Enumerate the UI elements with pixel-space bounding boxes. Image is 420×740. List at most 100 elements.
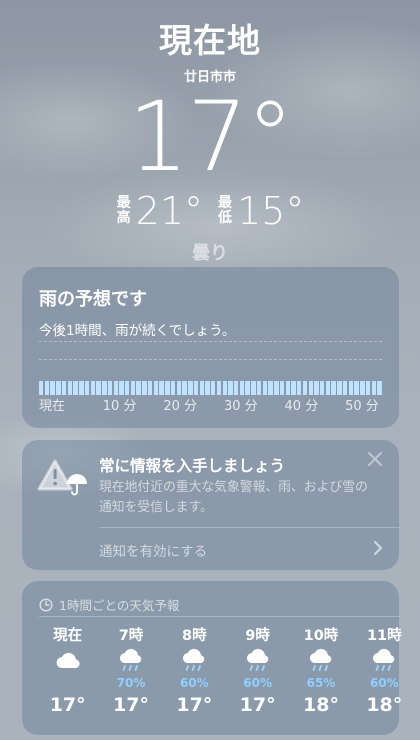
axis-label: 40 分 — [284, 399, 319, 414]
rain-bar — [56, 381, 61, 395]
rain-bar — [147, 381, 153, 395]
rain-bar — [73, 381, 78, 395]
hour-temp: 17° — [49, 694, 86, 716]
hour-column: 10時 65% 18° — [289, 624, 352, 732]
rain-bar — [251, 381, 256, 395]
rain-bar — [79, 381, 84, 395]
rain-bar — [314, 381, 319, 395]
hour-column: 現在 17° — [36, 624, 99, 732]
rain-bar — [153, 381, 159, 395]
hour-column: 9時 60% 17° — [226, 624, 289, 732]
rain-bar — [193, 381, 199, 395]
condition-label: 曇り — [192, 243, 228, 264]
cloud-rain-icon — [309, 648, 332, 671]
hour-temp: 17° — [176, 694, 213, 716]
rain-bar — [337, 381, 342, 395]
hour-temp: 18° — [303, 694, 339, 716]
chart-gridline — [39, 359, 382, 360]
hour-time: 8時 — [182, 628, 207, 644]
rain-bar — [222, 381, 227, 395]
high-temp: 21° — [135, 189, 203, 233]
hour-time: 11時 — [366, 628, 402, 644]
rain-time-axis: 現在 10 分 20 分 30 分 40 分 50 分 — [39, 395, 382, 414]
hour-temp: 17° — [113, 694, 149, 716]
current-temperature: 17° — [127, 81, 294, 193]
high-label: 最高 — [116, 195, 131, 226]
rain-bar — [119, 381, 124, 395]
rain-bar — [44, 381, 50, 395]
rain-forecast-card[interactable]: 雨の予想です 今後1時間、雨が続くでしょう。 現在 10 分 20 分 30 分… — [22, 267, 399, 428]
chart-gridline — [39, 341, 382, 342]
hour-time: 7時 — [118, 628, 144, 644]
axis-label: 30 分 — [223, 399, 258, 414]
rain-bar — [170, 381, 176, 395]
chevron-right-icon[interactable] — [373, 540, 383, 556]
alert-body: 現在地付近の重大な気象警報、雨、および雪の通知を受信します。 — [99, 480, 368, 515]
divider — [99, 527, 399, 528]
rain-bar — [262, 381, 268, 395]
rain-card-subtitle: 今後1時間、雨が続くでしょう。 — [39, 323, 236, 339]
rain-bar — [291, 381, 296, 395]
rain-bar — [377, 381, 382, 395]
rain-bar — [297, 381, 302, 395]
rain-bar — [228, 381, 233, 395]
rain-bar — [360, 381, 365, 395]
hour-precip: 65% — [306, 676, 336, 690]
rain-bar — [142, 381, 147, 395]
rain-bar — [67, 381, 73, 395]
current-weather-header: 現在地 廿日市市 17° 最高 21° 最低 15° 曇り — [0, 14, 420, 265]
hour-time: 10時 — [303, 628, 339, 644]
rain-bar — [205, 381, 210, 395]
hourly-scroll[interactable]: 現在 17° 7時 70% 17° 8時 60% 17° 9時 60% 17° … — [36, 624, 416, 732]
warning-umbrella-icon — [37, 459, 87, 496]
rain-bar — [331, 381, 336, 395]
rain-bar — [61, 381, 67, 395]
enable-notifications-link[interactable]: 通知を有効にする — [99, 540, 207, 560]
rain-bar — [302, 381, 308, 395]
notification-prompt-card[interactable]: 常に情報を入手しましょう 現在地付近の重大な気象警報、雨、および雪の通知を受信し… — [22, 440, 399, 570]
rain-bar — [274, 381, 279, 395]
rain-bar — [199, 381, 204, 395]
hourly-forecast-card[interactable]: 1時間ごとの天気予報 現在 17° 7時 70% 17° 8時 60% 17° … — [22, 581, 402, 735]
rain-bar — [342, 381, 348, 395]
hour-time: 9時 — [245, 628, 270, 644]
rain-bar — [96, 381, 101, 395]
rain-bar — [371, 381, 377, 395]
rain-bar — [90, 381, 96, 395]
rain-bar — [102, 381, 107, 395]
rain-bar — [245, 381, 250, 395]
cloud-rain-icon — [246, 648, 268, 671]
axis-label: 20 分 — [163, 399, 198, 414]
rain-bar — [354, 381, 359, 395]
rain-bar — [308, 381, 313, 395]
rain-bar — [279, 381, 285, 395]
rain-bar — [113, 381, 118, 395]
cloud-rain-icon — [183, 648, 205, 671]
rain-card-title: 雨の予想です — [39, 289, 147, 310]
rain-bar — [325, 381, 331, 395]
axis-label: 現在 — [39, 399, 66, 414]
hourly-header: 1時間ごとの天気予報 — [39, 595, 179, 614]
alert-title: 常に情報を入手しましょう — [99, 457, 286, 475]
rain-bars — [39, 381, 382, 395]
cloud-icon — [56, 652, 80, 668]
rain-bar — [285, 381, 291, 395]
rain-bar — [165, 381, 170, 395]
hour-temp: 17° — [239, 694, 276, 716]
rain-bar — [39, 381, 44, 395]
rain-bar — [182, 381, 187, 395]
rain-bar — [365, 381, 371, 395]
hour-column: 11時 60% 18° — [353, 624, 416, 732]
rain-bar — [211, 381, 216, 395]
hour-precip: 60% — [243, 676, 273, 690]
hour-precip: 70% — [116, 676, 146, 690]
rain-bar — [188, 381, 193, 395]
rain-bar — [136, 381, 141, 395]
rain-bar — [319, 381, 325, 395]
rain-bar — [268, 381, 273, 395]
close-icon[interactable] — [366, 450, 384, 468]
rain-bar — [125, 381, 130, 395]
divider — [39, 616, 399, 617]
rain-bar — [233, 381, 239, 395]
hour-time: 現在 — [53, 628, 83, 644]
